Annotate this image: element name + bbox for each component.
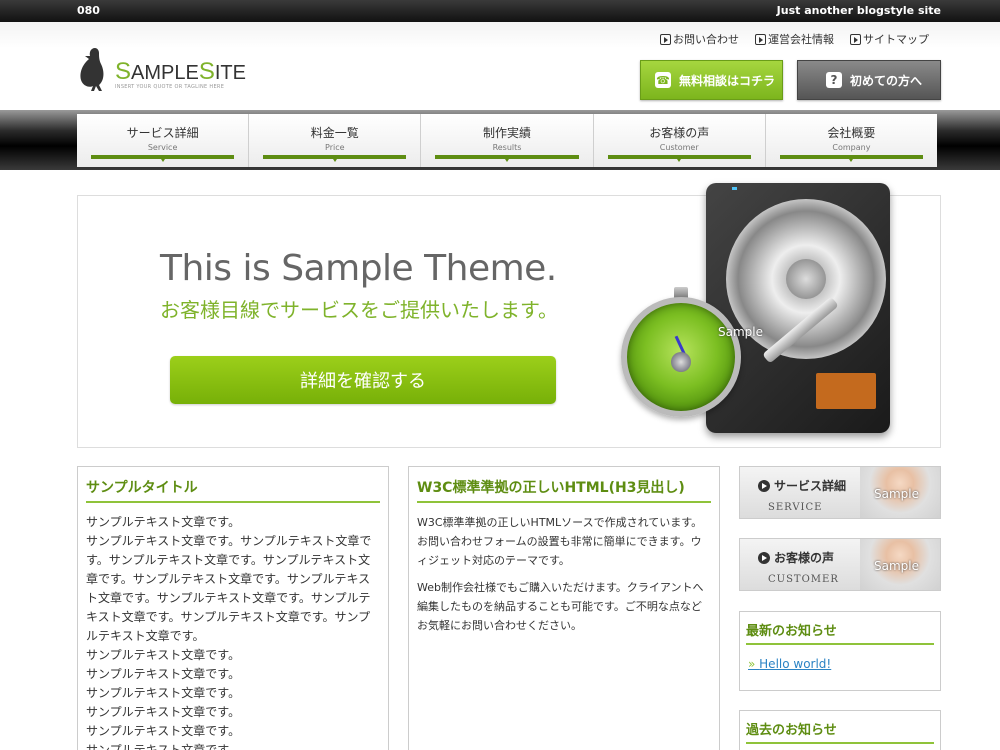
header-links: お問い合わせ 運営会社情報 サイトマップ <box>660 31 929 47</box>
text-line: サンプルテキスト文章です。 <box>86 743 241 750</box>
text-line: サンプルテキスト文章です。 <box>86 515 241 529</box>
past-news-widget: 過去のお知らせ <box>739 710 941 750</box>
site-description: Just another blogstyle site <box>776 4 941 17</box>
nav-underline <box>91 155 235 162</box>
nav-underline <box>779 155 924 162</box>
nav-item-company[interactable]: 会社概要 Company <box>765 114 938 167</box>
contact-link[interactable]: お問い合わせ <box>660 31 739 47</box>
news-item-link[interactable]: Hello world! <box>748 657 940 671</box>
arrow-box-icon <box>755 33 766 45</box>
column-title: サンプルタイトル <box>86 477 380 503</box>
nav-item-label: 会社概要 <box>827 126 876 140</box>
question-icon: ? <box>826 72 842 88</box>
company-info-link[interactable]: 運営会社情報 <box>755 31 834 47</box>
nav-item-sublabel: Results <box>492 143 522 152</box>
nav-item-results[interactable]: 制作実績 Results <box>421 114 594 167</box>
nav-underline <box>607 155 751 162</box>
free-consultation-label: 無料相談はコチラ <box>679 73 776 88</box>
stopwatch-image <box>616 287 746 427</box>
column-text: サンプルテキスト文章です。 サンプルテキスト文章です。サンプルテキスト文章です。サ… <box>78 503 388 750</box>
free-consultation-button[interactable]: ☎ 無料相談はコチラ <box>640 60 783 100</box>
text-line: サンプルテキスト文章です。 <box>86 724 241 738</box>
banner-sublabel: CUSTOMER <box>768 574 839 585</box>
logo-tagline: INSERT YOUR QUOTE OR TAGLINE HERE <box>115 84 225 90</box>
sample-watermark: Sample <box>874 487 919 501</box>
banner-label: お客様の声 <box>758 549 834 566</box>
header: SAMPLESITE INSERT YOUR QUOTE OR TAGLINE … <box>0 22 1000 110</box>
column-text: W3C標準準拠の正しいHTMLソースで作成されています。お問い合わせフォームの設… <box>409 503 719 653</box>
widget-title: 最新のお知らせ <box>746 620 934 645</box>
service-banner[interactable]: サービス詳細 SERVICE Sample <box>739 466 941 519</box>
arrow-circle-icon <box>758 479 770 492</box>
content-column-2: W3C標準準拠の正しいHTML(H3見出し) W3C標準準拠の正しいHTMLソー… <box>408 466 720 750</box>
nav-underline <box>435 155 579 162</box>
text-line: サンプルテキスト文章です。 <box>86 648 241 662</box>
hero-subtitle: お客様目線でサービスをご提供いたします。 <box>160 298 558 322</box>
nav-item-service[interactable]: サービス詳細 Service <box>77 114 250 167</box>
sample-watermark: Sample <box>718 325 763 339</box>
hero-title: This is Sample Theme. <box>160 248 557 289</box>
arrow-box-icon <box>660 33 671 45</box>
top-bar: 080 Just another blogstyle site <box>0 0 1000 22</box>
site-logo[interactable]: SAMPLESITE INSERT YOUR QUOTE OR TAGLINE … <box>77 46 257 96</box>
logo-text: SAMPLESITE <box>115 58 246 85</box>
sitemap-link[interactable]: サイトマップ <box>850 31 929 47</box>
nav-item-sublabel: Service <box>147 143 178 152</box>
arrow-box-icon <box>850 33 861 45</box>
nav-item-sublabel: Customer <box>659 143 699 152</box>
top-bar-left-text: 080 <box>77 4 100 17</box>
duck-logo-icon <box>80 48 104 91</box>
paragraph: W3C標準準拠の正しいHTMLソースで作成されています。お問い合わせフォームの設… <box>417 516 703 567</box>
content-column-1: サンプルタイトル サンプルテキスト文章です。 サンプルテキスト文章です。サンプルテ… <box>77 466 389 750</box>
nav-item-label: お客様の声 <box>649 126 710 140</box>
first-time-label: 初めての方へ <box>850 73 923 88</box>
paragraph: Web制作会社様でもご購入いただけます。クライアントへ編集したものを納品すること… <box>417 581 704 632</box>
nav-item-customer[interactable]: お客様の声 Customer <box>593 114 766 167</box>
text-line: サンプルテキスト文章です。 <box>86 667 241 681</box>
text-line: サンプルテキスト文章です。 <box>86 705 241 719</box>
nav-item-sublabel: Company <box>832 143 871 152</box>
customer-banner[interactable]: お客様の声 CUSTOMER Sample <box>739 538 941 591</box>
banner-sublabel: SERVICE <box>768 502 823 513</box>
widget-title: 過去のお知らせ <box>746 719 934 744</box>
main-nav: サービス詳細 Service 料金一覧 Price 制作実績 Results お… <box>77 114 938 167</box>
banner-label: サービス詳細 <box>758 477 846 494</box>
first-time-visitors-button[interactable]: ? 初めての方へ <box>797 60 941 100</box>
arrow-circle-icon <box>758 551 770 564</box>
nav-item-label: サービス詳細 <box>126 126 199 140</box>
nav-underline <box>263 155 407 162</box>
latest-news-widget: 最新のお知らせ Hello world! <box>739 611 941 691</box>
text-line: サンプルテキスト文章です。 <box>86 686 241 700</box>
nav-item-price[interactable]: 料金一覧 Price <box>249 114 422 167</box>
phone-icon: ☎ <box>655 72 671 88</box>
details-button[interactable]: 詳細を確認する <box>170 356 556 404</box>
nav-item-label: 料金一覧 <box>310 126 359 140</box>
sample-watermark: Sample <box>874 559 919 573</box>
column-title: W3C標準準拠の正しいHTML(H3見出し) <box>417 477 711 503</box>
nav-item-label: 制作実績 <box>483 126 532 140</box>
nav-item-sublabel: Price <box>325 143 345 152</box>
text-line: サンプルテキスト文章です。サンプルテキスト文章です。サンプルテキスト文章です。サ… <box>86 534 372 643</box>
